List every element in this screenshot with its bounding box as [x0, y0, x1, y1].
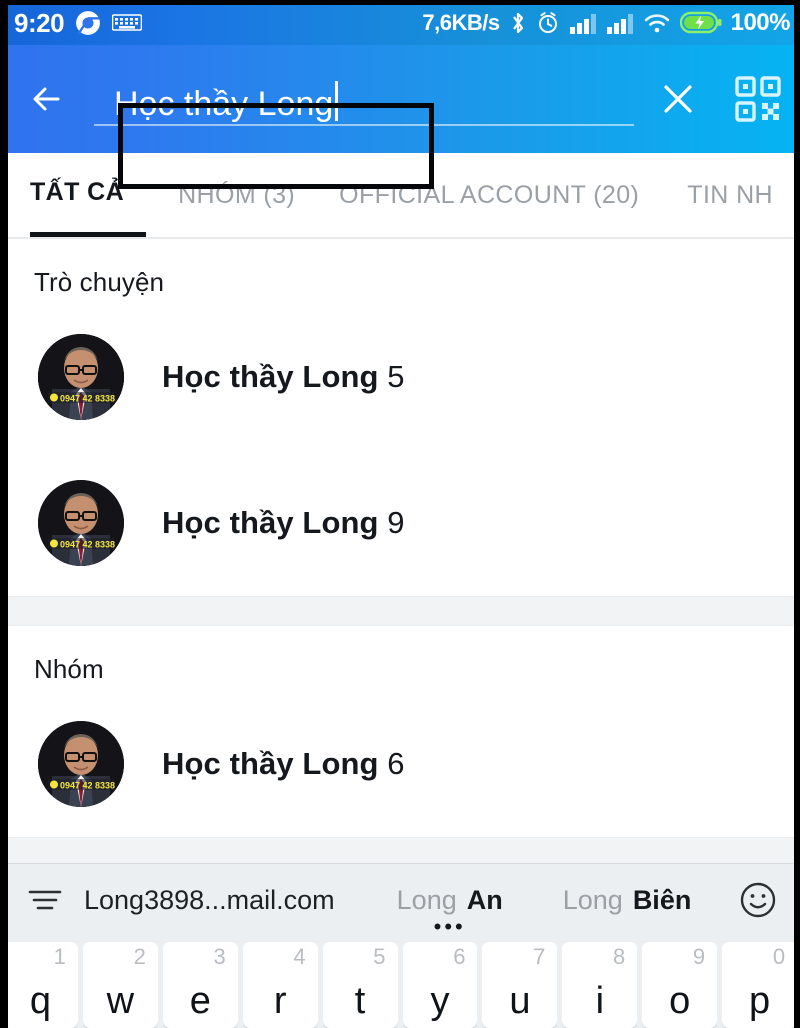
- chrome-icon: [75, 10, 101, 36]
- suggestion-text: Long3898...mail.com: [84, 884, 335, 915]
- key-label: t: [354, 980, 366, 1022]
- key-label: w: [106, 980, 135, 1022]
- tab-tin-nhan[interactable]: TIN NH: [687, 153, 773, 237]
- phone-screen: 9:20 7,6KB/s 100% Học thầy Long TẤT CẢ N…: [0, 0, 800, 1028]
- key-w[interactable]: 2w: [82, 942, 158, 1028]
- close-icon[interactable]: [648, 69, 708, 129]
- status-bar-left: 9:20: [14, 7, 143, 38]
- back-arrow-icon[interactable]: [22, 72, 76, 126]
- list-item-name: Học thầy Long: [162, 359, 379, 394]
- signal-1-icon: [569, 12, 597, 34]
- list-item-name: Học thầy Long: [162, 505, 379, 540]
- section-title-nhom: Nhóm: [34, 654, 104, 684]
- frame-edge-left: [0, 0, 8, 1028]
- key-label: u: [509, 980, 531, 1022]
- key-u[interactable]: 7u: [482, 942, 558, 1028]
- tab-nhom[interactable]: NHÓM (3): [178, 153, 295, 237]
- list-item-suffix: 5: [378, 359, 405, 394]
- key-e[interactable]: 3e: [162, 942, 238, 1028]
- smiley-icon[interactable]: [736, 879, 780, 921]
- key-label: p: [749, 980, 771, 1022]
- key-number: 3: [213, 944, 226, 969]
- key-number: 1: [53, 944, 66, 969]
- suggestion-item[interactable]: Long3898...mail.com: [84, 885, 335, 916]
- list-item-name: Học thầy Long: [162, 746, 379, 781]
- keyboard-menu-icon[interactable]: [24, 887, 66, 913]
- key-number: 0: [772, 944, 786, 969]
- suggestion-item[interactable]: Long Biên: [563, 885, 692, 916]
- list-item[interactable]: 0947 42 8338 Học thầy Long 5: [0, 304, 800, 450]
- status-time: 9:20: [14, 7, 65, 38]
- text-cursor: [335, 80, 339, 121]
- key-number: 5: [373, 944, 386, 969]
- bluetooth-icon: [509, 10, 527, 36]
- key-number: 9: [692, 944, 706, 969]
- keyboard-suggestion-bar: Long3898...mail.com Long An ••• Long Biên: [0, 864, 800, 938]
- key-label: r: [273, 980, 287, 1022]
- key-label: i: [595, 980, 605, 1022]
- list-item-suffix: 6: [378, 746, 405, 781]
- list-item[interactable]: 0947 42 8338 Học thầy Long 9: [0, 450, 800, 596]
- search-input-value: Học thầy Long: [114, 84, 334, 123]
- list-item-suffix: 9: [378, 505, 405, 540]
- search-underline: [94, 124, 634, 126]
- keyboard-icon: [112, 13, 143, 33]
- search-header: Học thầy Long: [0, 45, 800, 189]
- wifi-icon: [643, 12, 671, 34]
- key-label: y: [430, 980, 450, 1022]
- key-r[interactable]: 4r: [242, 942, 318, 1028]
- qr-code-icon[interactable]: [730, 71, 786, 127]
- signal-2-icon: [606, 12, 634, 34]
- svg-text:0947 42 8338: 0947 42 8338: [60, 540, 115, 550]
- list-item-label: Học thầy Long 6: [162, 746, 405, 782]
- section-divider-bottom: [0, 837, 800, 863]
- key-p[interactable]: 0p: [722, 942, 798, 1028]
- keyboard-row-1: 1q 2w 3e 4r 5t 6y 7u 8i 9o 0p: [0, 936, 800, 1028]
- search-result-tabs: TẤT CẢ NHÓM (3) OFFICIAL ACCOUNT (20) TI…: [0, 153, 800, 239]
- suggestion-item[interactable]: Long An •••: [396, 884, 503, 938]
- keyboard: Long3898...mail.com Long An ••• Long Biên …: [0, 863, 800, 1028]
- key-i[interactable]: 8i: [562, 942, 638, 1028]
- network-speed: 7,6KB/s: [422, 9, 500, 35]
- search-input[interactable]: Học thầy Long: [88, 60, 642, 138]
- status-bar: 9:20 7,6KB/s 100%: [0, 0, 800, 45]
- list-item-label: Học thầy Long 9: [162, 505, 405, 541]
- search-results-list: Trò chuyện 0947 42 8338 Học thầy Long 5 …: [0, 239, 800, 863]
- key-q[interactable]: 1q: [3, 942, 78, 1028]
- key-number: 7: [533, 944, 546, 969]
- suggestion-completion: Biên: [632, 884, 692, 915]
- key-number: 2: [133, 944, 146, 969]
- key-label: o: [669, 980, 691, 1022]
- key-label: q: [29, 980, 52, 1022]
- svg-text:0947 42 8338: 0947 42 8338: [60, 394, 115, 404]
- suggestion-completion: An: [466, 884, 503, 915]
- section-divider: [0, 596, 800, 626]
- key-number: 6: [453, 944, 466, 969]
- tab-official-account[interactable]: OFFICIAL ACCOUNT (20): [339, 153, 639, 237]
- key-y[interactable]: 6y: [402, 942, 478, 1028]
- avatar: 0947 42 8338: [38, 480, 124, 566]
- key-number: 8: [613, 944, 626, 969]
- status-bar-right: 7,6KB/s 100%: [422, 9, 790, 37]
- key-t[interactable]: 5t: [322, 942, 398, 1028]
- key-label: e: [189, 980, 211, 1022]
- battery-percent: 100%: [730, 8, 791, 36]
- suggestion-more-dots[interactable]: •••: [434, 915, 466, 938]
- avatar: 0947 42 8338: [38, 334, 124, 420]
- section-title-tro-chuyen: Trò chuyện: [34, 267, 165, 297]
- avatar: 0947 42 8338: [38, 721, 124, 807]
- key-o[interactable]: 9o: [642, 942, 718, 1028]
- suggestion-prefix: Long: [396, 884, 457, 915]
- svg-text:0947 42 8338: 0947 42 8338: [60, 781, 115, 791]
- list-item[interactable]: 0947 42 8338 Học thầy Long 6: [0, 691, 800, 837]
- battery-charging-icon: [679, 11, 722, 34]
- tab-tat-ca[interactable]: TẤT CẢ: [30, 153, 147, 237]
- list-item-label: Học thầy Long 5: [162, 359, 405, 395]
- key-number: 4: [293, 944, 306, 969]
- suggestion-prefix: Long: [562, 884, 623, 915]
- alarm-icon: [536, 11, 560, 35]
- frame-edge-right: [794, 0, 800, 1028]
- search-text-row: Học thầy Long: [88, 75, 339, 124]
